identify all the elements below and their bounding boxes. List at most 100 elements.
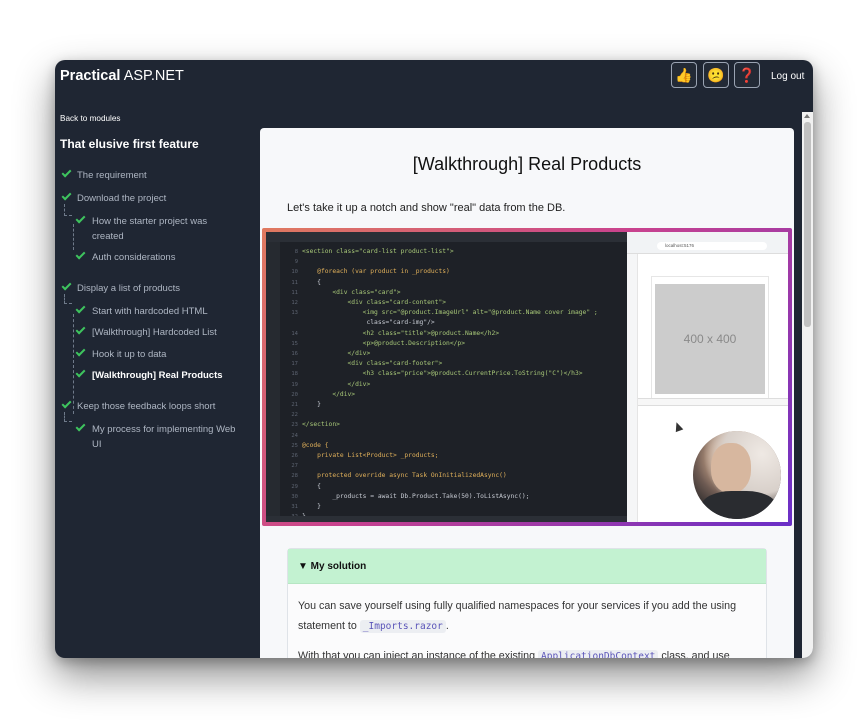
sidebar-item-starter-project-cont[interactable]: created — [92, 229, 124, 244]
check-icon — [61, 190, 72, 201]
code-line: @foreach (var product in _products) — [302, 268, 450, 276]
line-number: 31 — [291, 504, 298, 510]
code-line: <div class="card-footer"> — [302, 360, 443, 368]
solution-toggle[interactable]: ▼ My solution — [288, 549, 766, 584]
line-number: 17 — [291, 361, 298, 368]
code-line: class="card-img"/> — [302, 319, 435, 327]
help-icon: ❓ — [738, 66, 756, 83]
code-editor: <section class="card-list product-list">… — [302, 242, 624, 520]
line-number: 14 — [291, 330, 298, 337]
app-window: Practical ASP.NET 👍 😕 ❓ Log out Back to … — [55, 60, 813, 658]
imports-code: _Imports.razor — [359, 620, 446, 633]
solution-paragraph-1a: You can save yourself using fully qualif… — [298, 600, 737, 612]
code-line: { — [302, 482, 321, 490]
intro-text: Let's take it up a notch and show "real"… — [287, 202, 566, 214]
thumbs-up-icon: 👍 — [675, 66, 693, 83]
code-line: @code { — [302, 441, 329, 449]
logout-link[interactable]: Log out — [771, 71, 804, 82]
code-line: { — [302, 278, 321, 286]
scroll-up-icon[interactable] — [804, 114, 810, 118]
sidebar-item-my-process[interactable]: My process for implementing Web — [92, 422, 235, 437]
code-line: </section> — [302, 421, 340, 429]
ide-screenshot: 8 9 10 11 11 12 13 14 15 16 17 18 19 20 21 22 23 24 25 26 27… — [266, 232, 627, 522]
sidebar-item-walkthrough-real-products[interactable]: [Walkthrough] Real Products — [92, 368, 223, 383]
code-line: protected override async Task OnInitiali… — [302, 472, 507, 480]
ide-menu-bar — [266, 232, 627, 242]
sidebar: Back to modules That elusive first featu… — [55, 112, 255, 658]
sidebar-item-walkthrough-hardcoded[interactable]: [Walkthrough] Hardcoded List — [92, 325, 217, 340]
ide-tool-strip — [266, 242, 280, 516]
help-button[interactable]: ❓ — [734, 62, 760, 88]
line-number: 28 — [291, 473, 298, 480]
code-line: _products = await Db.Product.Take(50).To… — [302, 492, 530, 500]
line-number: 27 — [291, 463, 298, 470]
scroll-thumb[interactable] — [804, 122, 811, 327]
line-number: 22 — [291, 412, 298, 419]
tree-connector — [73, 224, 81, 250]
line-number: 24 — [291, 432, 298, 439]
code-line: <p>@product.Description</p> — [302, 339, 466, 347]
video-player[interactable]: 8 9 10 11 11 12 13 14 15 16 17 18 19 20 21 22 23 24 25 26 27… — [262, 228, 792, 526]
line-number: 13 — [291, 310, 298, 317]
code-line: <div class="card"> — [302, 288, 401, 296]
code-line: <img src="@product.ImageUrl" alt="@produ… — [302, 309, 598, 317]
mouse-cursor-icon — [672, 420, 684, 433]
sidebar-item-the-requirement[interactable]: The requirement — [77, 168, 147, 183]
browser-side-strip — [627, 254, 638, 522]
browser-url: localhost:5176 — [657, 242, 767, 250]
sidebar-item-starter-project[interactable]: How the starter project was — [92, 214, 207, 229]
line-number: 15 — [291, 340, 298, 347]
sidebar-item-download-project[interactable]: Download the project — [77, 191, 166, 206]
thumbs-up-button[interactable]: 👍 — [671, 62, 697, 88]
check-icon — [75, 303, 86, 314]
confused-button[interactable]: 😕 — [703, 62, 729, 88]
solution-text: With that you can inject an instance of … — [298, 650, 539, 658]
code-line: </div> — [302, 380, 371, 388]
back-to-modules-link[interactable]: Back to modules — [60, 114, 121, 123]
dbcontext-code: ApplicationDbContext — [538, 650, 659, 658]
sidebar-item-feedback-loops[interactable]: Keep those feedback loops short — [77, 399, 215, 414]
sidebar-item-my-process-cont[interactable]: UI — [92, 437, 102, 452]
line-number: 20 — [291, 391, 298, 398]
line-number: 19 — [291, 381, 298, 388]
line-number: 12 — [291, 300, 298, 306]
code-line: <section class="card-list product-list"> — [302, 248, 454, 255]
check-icon — [61, 167, 72, 178]
line-number: 11 — [291, 279, 298, 286]
brand-bold: Practical — [60, 68, 121, 84]
check-icon — [75, 213, 86, 224]
tree-connector — [64, 294, 72, 304]
sidebar-item-auth[interactable]: Auth considerations — [92, 250, 175, 265]
line-number: 29 — [291, 483, 298, 490]
solution-text: statement to — [298, 620, 360, 632]
solution-summary: ▼ My solution — [298, 561, 367, 572]
check-icon — [75, 421, 86, 432]
check-icon — [61, 398, 72, 409]
page-scrollbar[interactable] — [802, 112, 813, 658]
line-number: 18 — [291, 371, 298, 378]
line-number: 21 — [291, 402, 298, 408]
solution-paragraph-2: With that you can inject an instance of … — [298, 647, 730, 658]
line-number: 10 — [291, 269, 298, 276]
line-number: 8 — [294, 249, 298, 255]
sidebar-item-hardcoded-html[interactable]: Start with hardcoded HTML — [92, 304, 208, 319]
code-line: </div> — [302, 350, 371, 357]
page-title: [Walkthrough] Real Products — [412, 154, 642, 174]
solution-paragraph-1b: statement to _Imports.razor. — [298, 617, 449, 636]
sidebar-item-display-list[interactable]: Display a list of products — [77, 281, 180, 296]
module-title: That elusive first feature — [60, 137, 199, 151]
brand-logo[interactable]: Practical ASP.NET — [60, 68, 184, 84]
code-line: } — [302, 503, 321, 510]
presenter-face — [711, 443, 751, 493]
line-number: 11 — [291, 289, 298, 296]
line-number: 23 — [291, 422, 298, 429]
presenter-shirt — [701, 491, 777, 519]
line-number: 26 — [291, 453, 298, 459]
sidebar-item-hook-data[interactable]: Hook it up to data — [92, 347, 166, 362]
code-line: <h3 class="price">@product.CurrentPrice.… — [302, 370, 583, 378]
confused-face-icon: 😕 — [707, 66, 725, 83]
line-number: 30 — [291, 493, 298, 500]
code-line: <h2 class="title">@product.Name</h2> — [302, 329, 500, 337]
code-line: } — [302, 401, 321, 408]
ide-status-bar — [266, 516, 627, 522]
